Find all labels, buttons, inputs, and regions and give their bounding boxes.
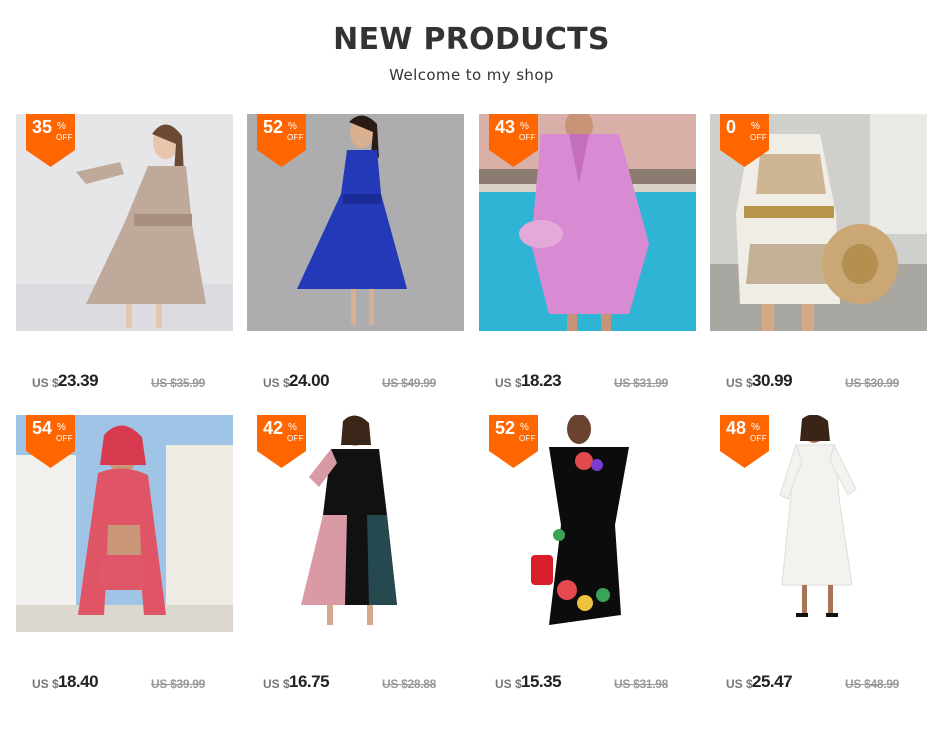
sale-price: 18.40 [58,672,99,691]
off-label: OFF [519,434,536,443]
off-label: OFF [56,434,73,443]
product-image[interactable]: 42 % OFF [247,415,464,632]
currency-label: US $ [495,677,522,691]
page-subtitle: Welcome to my shop [389,66,554,84]
off-label: OFF [56,133,73,142]
sale-price: 24.00 [289,371,330,390]
currency-label: US $ [726,376,753,390]
price-row: US $ 18.40 US $39.99 [16,672,233,696]
price-row: US $ 15.35 US $31.98 [479,672,696,696]
original-price: US $39.99 [151,677,206,691]
sale-price: 23.39 [58,371,99,390]
original-price: US $31.98 [614,677,669,691]
percent-sign: % [57,121,66,132]
currency-label: US $ [32,677,59,691]
discount-value: 48 [726,418,747,438]
sale-price: 16.75 [289,672,330,691]
currency-label: US $ [726,677,753,691]
original-price: US $28.88 [382,677,437,691]
original-price: US $31.99 [614,376,669,390]
percent-sign: % [520,422,529,433]
sale-price: 15.35 [521,672,562,691]
discount-value: 35 [32,117,53,137]
price-row: US $ 16.75 US $28.88 [247,672,464,696]
price-row: US $ 23.39 US $35.99 [16,371,233,395]
product-image[interactable]: 52 % OFF [479,415,696,632]
percent-sign: % [751,121,760,132]
price-row: US $ 30.99 US $30.99 [710,371,927,395]
sale-price: 30.99 [752,371,793,390]
product-image[interactable]: 43 % OFF [479,114,696,331]
currency-label: US $ [263,677,290,691]
original-price: US $35.99 [151,376,206,390]
discount-value: 0 [726,117,737,137]
product-image[interactable]: 0 % OFF [710,114,927,331]
off-label: OFF [519,133,536,142]
original-price: US $49.99 [382,376,437,390]
currency-label: US $ [263,376,290,390]
sale-price: 25.47 [752,672,793,691]
discount-value: 52 [263,117,284,137]
product-image[interactable]: 48 % OFF [710,415,927,632]
percent-sign: % [520,121,529,132]
percent-sign: % [288,422,297,433]
discount-value: 43 [495,117,516,137]
discount-value: 54 [32,418,53,438]
currency-label: US $ [495,376,522,390]
sale-price: 18.23 [521,371,562,390]
original-price: US $30.99 [845,376,900,390]
discount-value: 42 [263,418,284,438]
discount-value: 52 [495,418,516,438]
price-row: US $ 18.23 US $31.99 [479,371,696,395]
off-label: OFF [750,434,767,443]
percent-sign: % [57,422,66,433]
product-image[interactable]: 54 % OFF [16,415,233,632]
off-label: OFF [287,434,304,443]
original-price: US $48.99 [845,677,900,691]
percent-sign: % [288,121,297,132]
off-label: OFF [750,133,767,142]
page-title: NEW PRODUCTS [333,22,610,57]
percent-sign: % [751,422,760,433]
off-label: OFF [287,133,304,142]
currency-label: US $ [32,376,59,390]
product-image[interactable]: 35 % OFF [16,114,233,331]
price-row: US $ 24.00 US $49.99 [247,371,464,395]
price-row: US $ 25.47 US $48.99 [710,672,927,696]
product-image[interactable]: 52 % OFF [247,114,464,331]
